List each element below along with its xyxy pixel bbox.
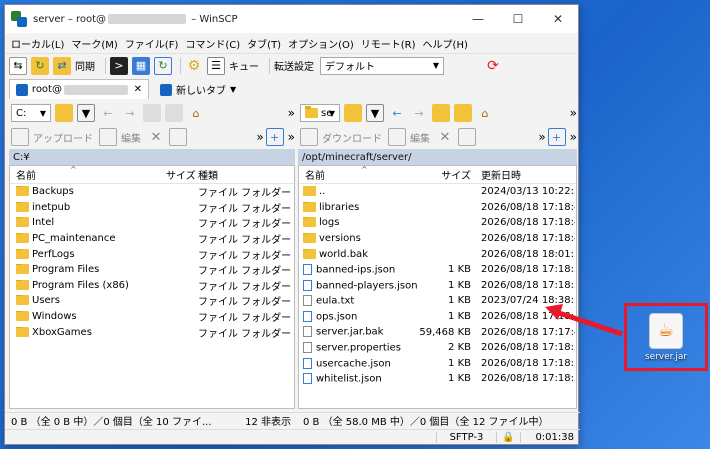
java-icon: ☕ [649,312,683,349]
desktop-file-label: server.jar [644,351,688,362]
arrow-head [545,304,563,320]
arrow-line [555,309,623,337]
annotation-arrow [545,304,623,337]
desktop-file-server-jar[interactable]: ☕ server.jar [624,303,708,371]
